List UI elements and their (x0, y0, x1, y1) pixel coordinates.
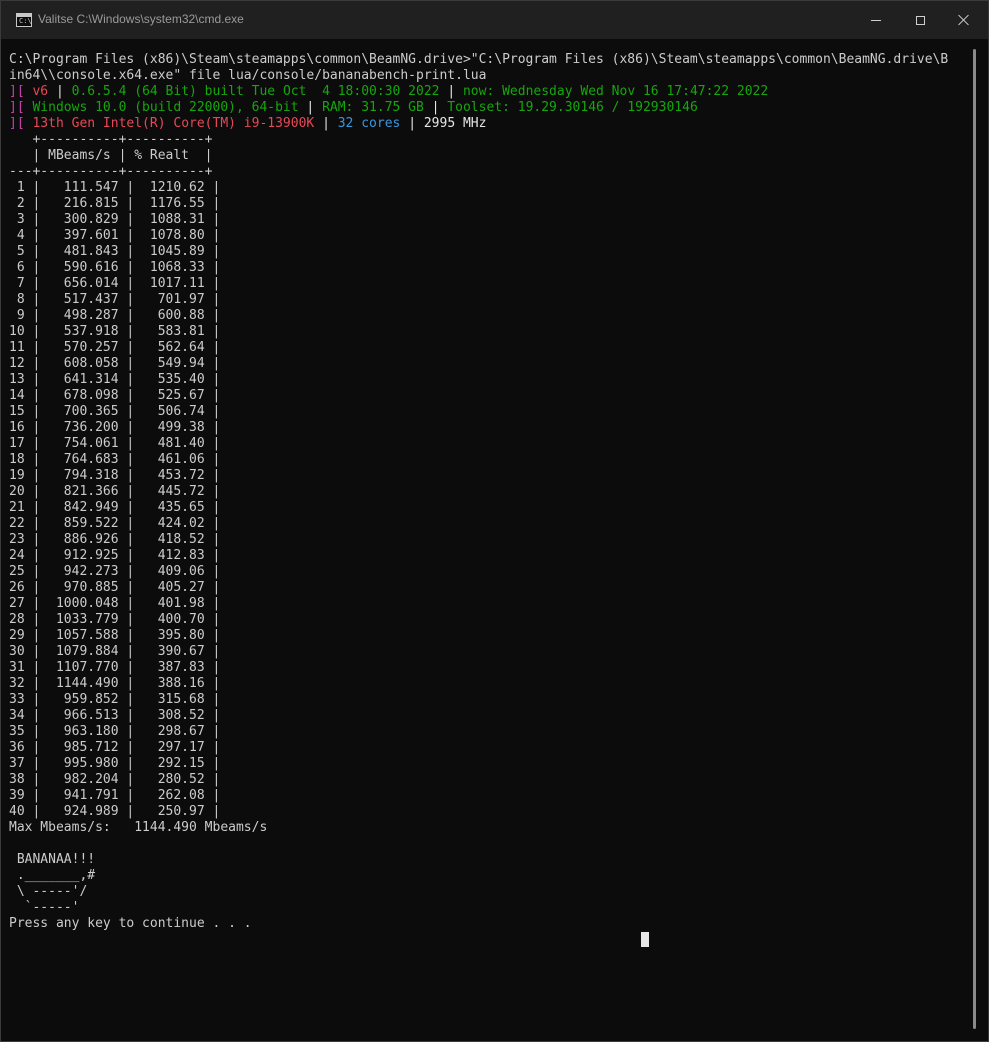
maximize-icon (915, 15, 925, 25)
table-row: 11 | 570.257 | 562.64 | (9, 340, 221, 355)
max-mbeams-line: Max Mbeams/s: 1144.490 Mbeams/s (9, 820, 268, 835)
table-row: 7 | 656.014 | 1017.11 | (9, 276, 221, 291)
separator: | (55, 84, 64, 99)
table-row: 1 | 111.547 | 1210.62 | (9, 180, 221, 195)
line-prefix: ][ (9, 116, 25, 131)
core-count: 32 cores (329, 116, 409, 131)
table-header: | MBeams/s | % Realt | (9, 148, 213, 163)
table-row: 20 | 821.366 | 445.72 | (9, 484, 221, 499)
maximize-button[interactable] (897, 1, 943, 39)
cpu-frequency: 2995 MHz (416, 116, 487, 131)
minimize-button[interactable] (853, 1, 899, 39)
os-info: Windows 10.0 (build 22000), 64-bit (24, 100, 307, 115)
table-row: 17 | 754.061 | 481.40 | (9, 436, 221, 451)
table-border-top: +----------+----------+ (9, 132, 213, 147)
table-row: 9 | 498.287 | 600.88 | (9, 308, 221, 323)
version-info-line: ][ v6 | 0.6.5.4 (64 Bit) built Tue Oct 4… (9, 84, 967, 100)
table-row: 23 | 886.926 | 418.52 | (9, 532, 221, 547)
table-row: 6 | 590.616 | 1068.33 | (9, 260, 221, 275)
cmd-icon[interactable]: C:\ (16, 13, 32, 27)
table-row: 5 | 481.843 | 1045.89 | (9, 244, 221, 259)
separator: | (447, 84, 456, 99)
table-border-mid: ---+----------+----------+ (9, 164, 213, 179)
banana-text: BANANAA!!! (9, 852, 96, 867)
build-version: 0.6.5.4 (64 Bit) built Tue Oct 4 18:00:3… (63, 84, 448, 99)
table-row: 15 | 700.365 | 506.74 | (9, 404, 221, 419)
table-row: 32 | 1144.490 | 388.16 | (9, 676, 221, 691)
line-prefix: ][ (9, 100, 25, 115)
title-bar[interactable]: C:\ Valitse C:\Windows\system32\cmd.exe (1, 1, 988, 39)
close-button[interactable] (941, 1, 987, 39)
table-row: 18 | 764.683 | 461.06 | (9, 452, 221, 467)
table-row: 28 | 1033.779 | 400.70 | (9, 612, 221, 627)
cmd-window: C:\ Valitse C:\Windows\system32\cmd.exe … (0, 0, 989, 1042)
table-row: 14 | 678.098 | 525.67 | (9, 388, 221, 403)
banana-art-line: \ -----'/ (9, 884, 88, 899)
table-row: 12 | 608.058 | 549.94 | (9, 356, 221, 371)
table-row: 13 | 641.314 | 535.40 | (9, 372, 221, 387)
table-row: 39 | 941.791 | 262.08 | (9, 788, 221, 803)
table-row: 29 | 1057.588 | 395.80 | (9, 628, 221, 643)
table-row: 30 | 1079.884 | 390.67 | (9, 644, 221, 659)
command-line-continued: in64\\console.x64.exe" file lua/console/… (9, 68, 487, 83)
table-row: 38 | 982.204 | 280.52 | (9, 772, 221, 787)
line-prefix: ][ (9, 84, 25, 99)
cpu-info-line: ][ 13th Gen Intel(R) Core(TM) i9-13900K … (9, 116, 967, 132)
table-row: 10 | 537.918 | 583.81 | (9, 324, 221, 339)
v6-label: v6 (24, 84, 56, 99)
results-table-body: 1 | 111.547 | 1210.62 | 2 | 216.815 | 11… (9, 180, 967, 820)
minimize-icon (871, 19, 881, 21)
banana-art-line: ._______,# (9, 868, 96, 883)
current-time: now: Wednesday Wed Nov 16 17:47:22 2022 (455, 84, 769, 99)
table-row: 21 | 842.949 | 435.65 | (9, 500, 221, 515)
table-row: 8 | 517.437 | 701.97 | (9, 292, 221, 307)
table-row: 25 | 942.273 | 409.06 | (9, 564, 221, 579)
toolset-info: Toolset: 19.29.30146 / 192930146 (439, 100, 698, 115)
table-row: 40 | 924.989 | 250.97 | (9, 804, 221, 819)
table-row: 26 | 970.885 | 405.27 | (9, 580, 221, 595)
console-output[interactable]: C:\Program Files (x86)\Steam\steamapps\c… (9, 52, 967, 1037)
ram-info: RAM: 31.75 GB (314, 100, 432, 115)
scrollbar[interactable] (968, 41, 985, 1037)
system-info-line: ][ Windows 10.0 (build 22000), 64-bit | … (9, 100, 967, 116)
table-row: 3 | 300.829 | 1088.31 | (9, 212, 221, 227)
table-row: 34 | 966.513 | 308.52 | (9, 708, 221, 723)
table-row: 27 | 1000.048 | 401.98 | (9, 596, 221, 611)
separator: | (408, 116, 417, 131)
command-line: C:\Program Files (x86)\Steam\steamapps\c… (9, 52, 949, 67)
text-cursor (641, 932, 649, 947)
table-row: 4 | 397.601 | 1078.80 | (9, 228, 221, 243)
table-row: 2 | 216.815 | 1176.55 | (9, 196, 221, 211)
cpu-name: 13th Gen Intel(R) Core(TM) i9-13900K (24, 116, 323, 131)
table-row: 35 | 963.180 | 298.67 | (9, 724, 221, 739)
table-row: 24 | 912.925 | 412.83 | (9, 548, 221, 563)
table-row: 22 | 859.522 | 424.02 | (9, 516, 221, 531)
banana-art-line: `-----' (9, 900, 80, 915)
table-row: 36 | 985.712 | 297.17 | (9, 740, 221, 755)
separator: | (322, 116, 330, 131)
close-icon (958, 14, 970, 26)
table-row: 33 | 959.852 | 315.68 | (9, 692, 221, 707)
scrollbar-thumb[interactable] (973, 49, 976, 1029)
table-row: 37 | 995.980 | 292.15 | (9, 756, 221, 771)
continue-prompt: Press any key to continue . . . (9, 916, 252, 931)
window-title: Valitse C:\Windows\system32\cmd.exe (38, 12, 244, 26)
table-row: 19 | 794.318 | 453.72 | (9, 468, 221, 483)
table-row: 31 | 1107.770 | 387.83 | (9, 660, 221, 675)
table-row: 16 | 736.200 | 499.38 | (9, 420, 221, 435)
